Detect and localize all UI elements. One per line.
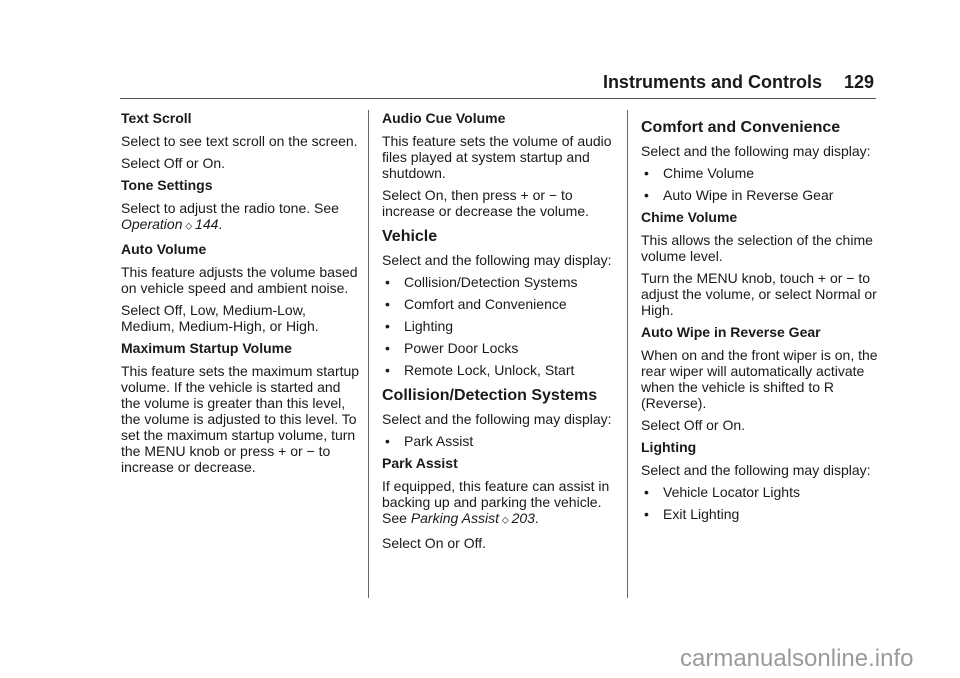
page-reference-icon: ⬦ bbox=[182, 221, 196, 232]
column-2: Audio Cue Volume This feature sets the vo… bbox=[382, 110, 622, 557]
bullet-item: Auto Wipe in Reverse Gear bbox=[641, 187, 881, 203]
subheading: Maximum Startup Volume bbox=[121, 340, 292, 356]
subheading: Text Scroll bbox=[121, 110, 192, 126]
subheading: Audio Cue Volume bbox=[382, 110, 506, 126]
paragraph: Select On or Off. bbox=[382, 535, 487, 551]
bullet-item: Collision/Detection Systems bbox=[382, 274, 622, 290]
bullet-item: Power Door Locks bbox=[382, 340, 622, 356]
section-title: Instruments and Controls bbox=[602, 72, 822, 92]
period: . bbox=[218, 216, 223, 232]
subheading: Lighting bbox=[641, 439, 697, 455]
bullet-item: Exit Lighting bbox=[641, 506, 881, 522]
paragraph: Select Off or On. bbox=[121, 155, 226, 171]
running-header: Instruments and Controls 129 bbox=[603, 72, 874, 93]
paragraph: Turn the MENU knob, touch + or − to adju… bbox=[641, 270, 877, 318]
page-reference-icon: ⬦ bbox=[499, 515, 512, 526]
bullet-item: Park Assist bbox=[382, 433, 622, 449]
paragraph: Select to see text scroll on the screen. bbox=[121, 133, 358, 149]
paragraph: Select and the following may display: bbox=[641, 143, 871, 159]
subheading: Tone Settings bbox=[121, 177, 213, 193]
paragraph: This feature sets the maximum startup vo… bbox=[121, 363, 360, 475]
column-3: Comfort and Convenience Select and the fo… bbox=[641, 110, 881, 528]
section-heading: Comfort and Convenience bbox=[641, 119, 841, 136]
text: Select to adjust the radio tone. See bbox=[121, 200, 339, 216]
header-rule bbox=[120, 98, 876, 99]
paragraph-with-reference: If equipped, this feature can assist in … bbox=[382, 478, 622, 529]
paragraph: Select Off or On. bbox=[641, 417, 746, 433]
subheading: Park Assist bbox=[382, 455, 458, 471]
paragraph: When on and the front wiper is on, the r… bbox=[641, 347, 878, 411]
column-divider bbox=[627, 110, 628, 598]
bullet-item: Chime Volume bbox=[641, 165, 881, 181]
subheading: Chime Volume bbox=[641, 209, 738, 225]
cross-reference-link[interactable]: Parking Assist bbox=[411, 510, 499, 526]
subheading: Auto Volume bbox=[121, 241, 207, 257]
paragraph: This allows the selection of the chime v… bbox=[641, 232, 873, 264]
paragraph: Select and the following may display: bbox=[382, 252, 612, 268]
paragraph: Select and the following may display: bbox=[641, 462, 871, 478]
column-1: Text Scroll Select to see text scroll on … bbox=[121, 110, 361, 481]
cross-reference-link[interactable]: Operation bbox=[121, 216, 182, 232]
page-number: 129 bbox=[843, 72, 874, 92]
paragraph: Select On, then press + or − to increase… bbox=[382, 187, 589, 219]
paragraph: Select and the following may display: bbox=[382, 411, 612, 427]
bullet-item: Comfort and Convenience bbox=[382, 296, 622, 312]
watermark: carmanualsonline.info bbox=[680, 645, 914, 672]
paragraph: This feature adjusts the volume based on… bbox=[121, 264, 358, 296]
section-heading: Collision/Detection Systems bbox=[382, 387, 598, 404]
bullet-item: Lighting bbox=[382, 318, 622, 334]
paragraph: Select Off, Low, Medium-Low, Medium, Med… bbox=[121, 302, 319, 334]
column-divider bbox=[368, 110, 369, 598]
period: . bbox=[534, 510, 539, 526]
paragraph: This feature sets the volume of audio fi… bbox=[382, 133, 612, 181]
bullet-item: Vehicle Locator Lights bbox=[641, 484, 881, 500]
reference-page-number[interactable]: 203 bbox=[512, 510, 535, 526]
section-heading: Vehicle bbox=[382, 228, 438, 245]
reference-page-number[interactable]: 144 bbox=[195, 216, 218, 232]
bullet-item: Remote Lock, Unlock, Start bbox=[382, 362, 622, 378]
paragraph-with-reference: Select to adjust the radio tone. See Ope… bbox=[121, 200, 361, 235]
subheading: Auto Wipe in Reverse Gear bbox=[641, 324, 821, 340]
